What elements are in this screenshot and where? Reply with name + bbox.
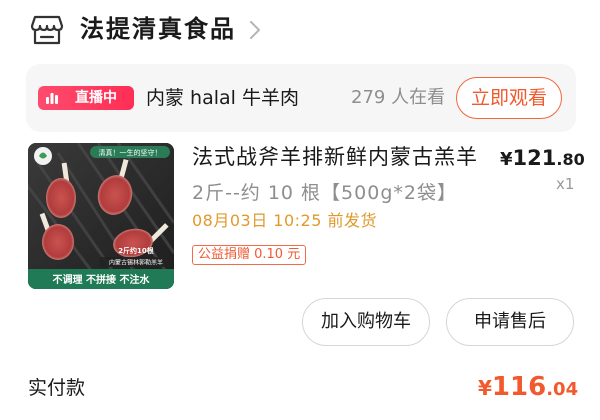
chevron-right-icon — [250, 21, 260, 39]
image-origin-label: 内蒙古锡林郭勒羔羊 — [109, 259, 163, 267]
ship-time: 08月03日 10:25 前发货 — [192, 211, 378, 230]
product-title[interactable]: 法式战斧羊排新鲜内蒙古羔羊 — [192, 140, 482, 174]
add-to-cart-button[interactable]: 加入购物车 — [302, 298, 430, 346]
image-top-banner: 清真！一生的坚守！ — [99, 148, 162, 157]
price-cents: .80 — [556, 150, 585, 169]
live-badge: 直播中 — [38, 86, 134, 110]
live-badge-label: 直播中 — [75, 90, 117, 106]
shop-name: 法提清真食品 — [80, 15, 236, 43]
product-image[interactable]: 清真！一生的坚守！ 2斤约10根 内蒙古锡林郭勒羔羊 不调理 不拼接 不注水 — [28, 143, 174, 289]
paid-label: 实付款 — [28, 377, 86, 399]
charity-tag: 公益捐赠 0.10 元 — [192, 245, 307, 265]
image-weight-label: 2斤约10根 — [118, 246, 154, 255]
product-price: ¥121.80 — [500, 142, 585, 176]
live-viewer-count: 279 人在看 — [351, 87, 446, 108]
image-bottom-bar: 不调理 不拼接 不注水 — [53, 273, 151, 286]
paid-currency: ¥ — [478, 376, 492, 400]
watch-now-button[interactable]: 立即观看 — [456, 77, 562, 119]
price-currency: ¥ — [500, 149, 513, 170]
live-title: 内蒙 halal 牛羊肉 — [146, 87, 299, 109]
paid-cents: .04 — [546, 379, 579, 400]
paid-integer: 116 — [491, 372, 547, 402]
paid-amount: ¥116.04 — [478, 368, 578, 409]
live-bars-icon — [46, 93, 58, 104]
after-sale-button[interactable]: 申请售后 — [446, 298, 574, 346]
product-quantity: x1 — [556, 175, 575, 193]
price-integer: 121 — [512, 146, 557, 170]
product-spec: 2斤--约 10 根【500g*2袋】 — [192, 182, 457, 204]
live-stream-banner[interactable]: 直播中 内蒙 halal 牛羊肉 279 人在看 立即观看 — [26, 64, 576, 132]
shop-header[interactable]: 法提清真食品 — [0, 0, 600, 62]
store-icon — [30, 15, 64, 45]
